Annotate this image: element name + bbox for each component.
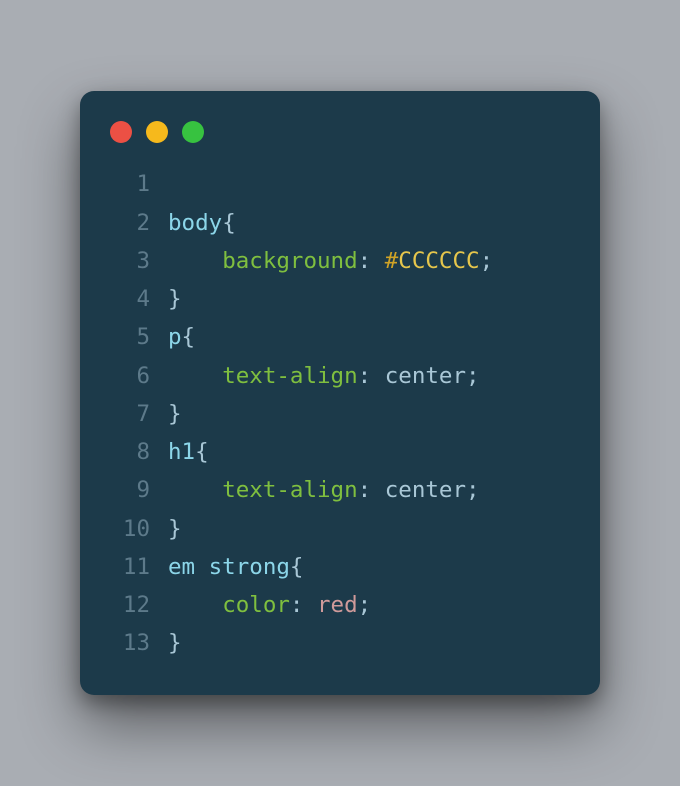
line-number: 13 — [108, 624, 168, 662]
line-content: } — [168, 510, 572, 548]
code-line[interactable]: 10} — [108, 510, 572, 548]
line-content: p{ — [168, 318, 572, 356]
line-number: 7 — [108, 395, 168, 433]
line-number: 6 — [108, 357, 168, 395]
line-number: 11 — [108, 548, 168, 586]
line-content: text-align: center; — [168, 357, 572, 395]
line-number: 2 — [108, 204, 168, 242]
line-number: 3 — [108, 242, 168, 280]
code-line[interactable]: 11em strong{ — [108, 548, 572, 586]
code-line[interactable]: 4} — [108, 280, 572, 318]
minimize-icon[interactable] — [146, 121, 168, 143]
line-content: em strong{ — [168, 548, 572, 586]
line-number: 8 — [108, 433, 168, 471]
line-number: 4 — [108, 280, 168, 318]
line-content: } — [168, 395, 572, 433]
code-line[interactable]: 6 text-align: center; — [108, 357, 572, 395]
code-line[interactable]: 12 color: red; — [108, 586, 572, 624]
code-line[interactable]: 1 — [108, 165, 572, 203]
window-controls — [108, 115, 572, 165]
editor-window: 12body{3 background: #CCCCCC;4}5p{6 text… — [80, 91, 600, 694]
line-content: body{ — [168, 204, 572, 242]
close-icon[interactable] — [110, 121, 132, 143]
line-number: 12 — [108, 586, 168, 624]
line-content — [168, 165, 572, 203]
line-content: h1{ — [168, 433, 572, 471]
line-content: background: #CCCCCC; — [168, 242, 572, 280]
code-line[interactable]: 8h1{ — [108, 433, 572, 471]
line-content: color: red; — [168, 586, 572, 624]
line-number: 5 — [108, 318, 168, 356]
line-content: } — [168, 624, 572, 662]
code-line[interactable]: 13} — [108, 624, 572, 662]
code-area[interactable]: 12body{3 background: #CCCCCC;4}5p{6 text… — [108, 165, 572, 662]
line-number: 9 — [108, 471, 168, 509]
code-line[interactable]: 3 background: #CCCCCC; — [108, 242, 572, 280]
line-number: 10 — [108, 510, 168, 548]
code-line[interactable]: 5p{ — [108, 318, 572, 356]
line-content: text-align: center; — [168, 471, 572, 509]
zoom-icon[interactable] — [182, 121, 204, 143]
code-line[interactable]: 2body{ — [108, 204, 572, 242]
line-number: 1 — [108, 165, 168, 203]
code-line[interactable]: 9 text-align: center; — [108, 471, 572, 509]
line-content: } — [168, 280, 572, 318]
code-line[interactable]: 7} — [108, 395, 572, 433]
